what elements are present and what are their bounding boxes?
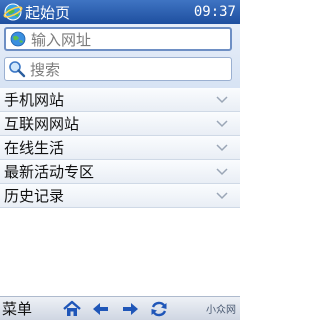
list-item-latest-events[interactable]: 最新活动专区 <box>0 160 240 184</box>
forward-button[interactable] <box>120 299 140 319</box>
bottom-bar: 菜单 小众网 <box>0 296 240 320</box>
brand-watermark: 小众网 <box>206 305 236 316</box>
search-input[interactable]: 搜索 <box>4 57 232 81</box>
list-item-history[interactable]: 历史记录 <box>0 184 240 208</box>
home-icon <box>63 300 81 316</box>
status-bar: 起始页 09:37 <box>0 0 240 24</box>
search-area: 输入网址 搜索 <box>0 24 240 88</box>
chevron-down-icon <box>216 191 228 199</box>
list-item-internet-sites[interactable]: 互联网网站 <box>0 112 240 136</box>
list-item-label: 最新活动专区 <box>4 163 95 181</box>
clock: 09:37 <box>193 4 236 20</box>
globe-icon <box>3 3 23 21</box>
chevron-down-icon <box>216 95 228 103</box>
search-placeholder: 搜索 <box>30 60 61 79</box>
list-item-label: 手机网站 <box>4 91 65 109</box>
back-arrow-icon <box>93 302 108 315</box>
menu-list: 手机网站 互联网网站 在线生活 最新活动专区 历史记录 <box>0 88 240 208</box>
home-button[interactable] <box>62 299 82 319</box>
list-item-label: 在线生活 <box>4 139 65 157</box>
page-title: 起始页 <box>25 3 71 22</box>
chevron-down-icon <box>216 119 228 127</box>
list-item-label: 历史记录 <box>4 187 65 205</box>
list-item-mobile-sites[interactable]: 手机网站 <box>0 88 240 112</box>
refresh-icon <box>151 301 167 316</box>
forward-arrow-icon <box>123 302 138 315</box>
chevron-down-icon <box>216 167 228 175</box>
globe-icon <box>10 31 26 47</box>
url-input[interactable]: 输入网址 <box>4 27 232 51</box>
chevron-down-icon <box>216 143 228 151</box>
url-placeholder: 输入网址 <box>31 30 92 49</box>
refresh-button[interactable] <box>149 299 169 319</box>
menu-softkey[interactable]: 菜单 <box>2 298 62 319</box>
magnifier-icon <box>9 61 26 78</box>
list-item-online-life[interactable]: 在线生活 <box>0 136 240 160</box>
list-item-label: 互联网网站 <box>4 115 80 133</box>
back-button[interactable] <box>91 299 111 319</box>
